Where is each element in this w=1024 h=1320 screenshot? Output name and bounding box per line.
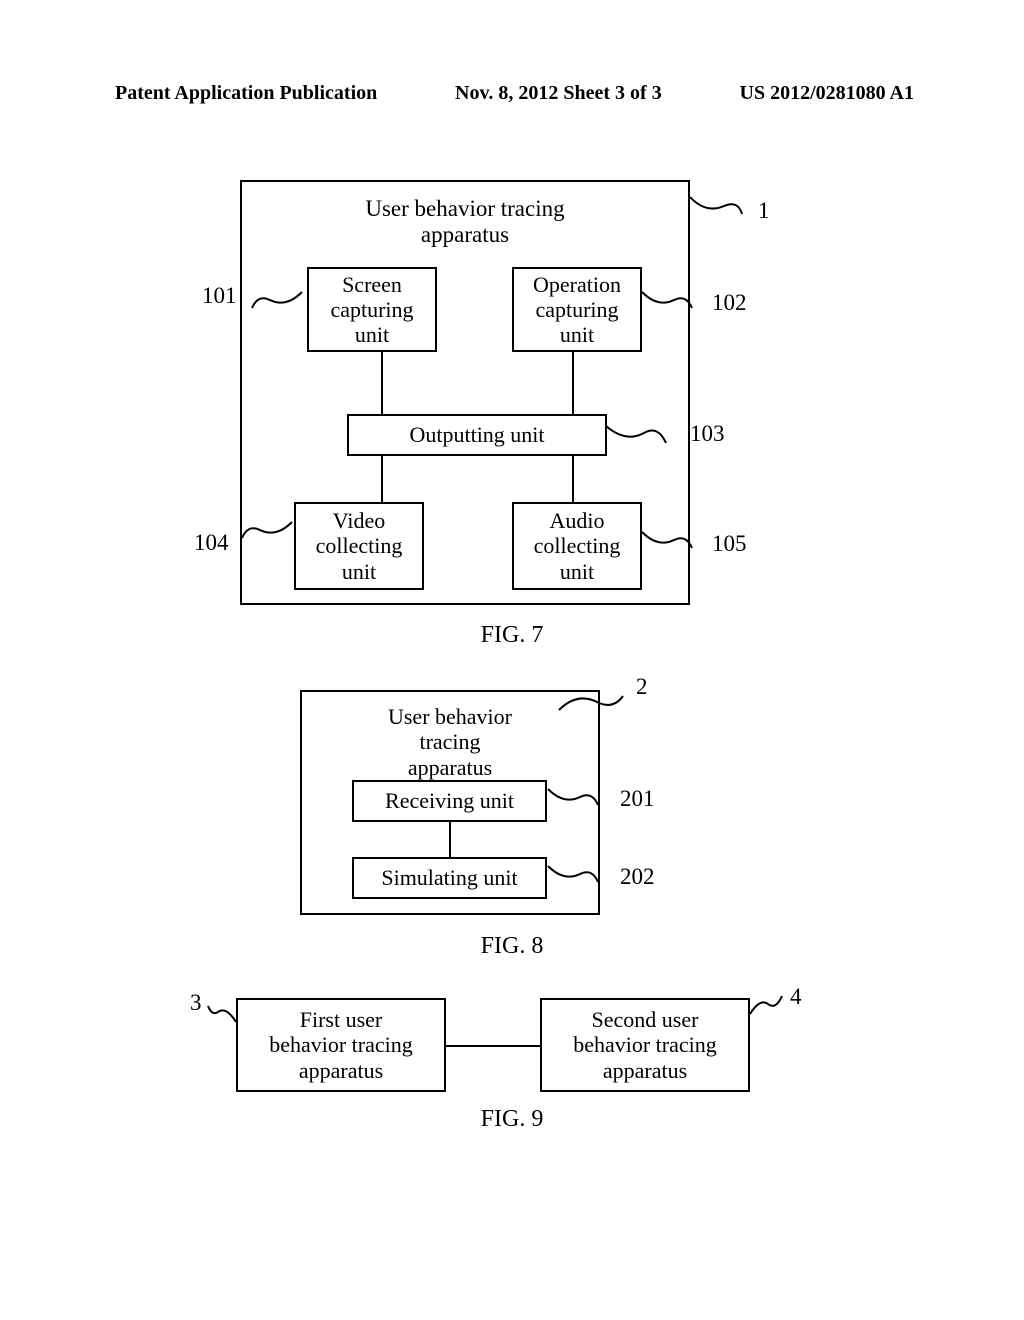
connector bbox=[381, 456, 383, 502]
leader-line bbox=[602, 421, 672, 451]
leader-line bbox=[544, 785, 602, 813]
publication-type: Patent Application Publication bbox=[115, 82, 377, 105]
figure-8: User behavior tracingapparatus Receiving… bbox=[0, 690, 1024, 950]
outputting-unit: Outputting unit bbox=[347, 414, 607, 456]
ref-3: 3 bbox=[190, 990, 202, 1016]
connector bbox=[572, 352, 574, 414]
leader-line bbox=[748, 992, 784, 1016]
receiving-unit: Receiving unit bbox=[352, 780, 547, 822]
leader-line bbox=[555, 688, 627, 716]
ref-1: 1 bbox=[758, 198, 770, 224]
ref-105: 105 bbox=[712, 531, 747, 557]
first-user-behavior-tracing-apparatus: First userbehavior tracingapparatus bbox=[236, 998, 446, 1092]
operation-capturing-unit: Operationcapturingunit bbox=[512, 267, 642, 352]
leader-line bbox=[544, 862, 602, 890]
publication-number: US 2012/0281080 A1 bbox=[740, 82, 914, 105]
video-collecting-unit: Videocollectingunit bbox=[294, 502, 424, 590]
page-header: Patent Application Publication Nov. 8, 2… bbox=[0, 82, 1024, 105]
audio-collecting-unit: Audiocollectingunit bbox=[512, 502, 642, 590]
leader-line bbox=[688, 192, 748, 222]
ref-201: 201 bbox=[620, 786, 655, 812]
connector bbox=[446, 1045, 540, 1047]
connector bbox=[449, 822, 451, 857]
simulating-unit: Simulating unit bbox=[352, 857, 547, 899]
leader-line bbox=[638, 288, 696, 318]
fig9-caption: FIG. 9 bbox=[481, 1106, 544, 1133]
connector bbox=[381, 352, 383, 414]
figure-7: User behavior tracingapparatus Screencap… bbox=[0, 180, 1024, 660]
ref-103: 103 bbox=[690, 421, 725, 447]
fig8-title: User behavior tracingapparatus bbox=[376, 704, 524, 780]
fig7-caption: FIG. 7 bbox=[481, 622, 544, 649]
fig7-container: User behavior tracingapparatus Screencap… bbox=[240, 180, 690, 605]
ref-101: 101 bbox=[202, 283, 237, 309]
connector bbox=[572, 456, 574, 502]
leader-line bbox=[238, 518, 296, 548]
second-user-behavior-tracing-apparatus: Second userbehavior tracingapparatus bbox=[540, 998, 750, 1092]
figure-9: First userbehavior tracingapparatus Seco… bbox=[0, 998, 1024, 1128]
ref-2: 2 bbox=[636, 674, 648, 700]
fig8-caption: FIG. 8 bbox=[481, 933, 544, 960]
leader-line bbox=[638, 528, 696, 558]
leader-line bbox=[248, 288, 306, 318]
screen-capturing-unit: Screencapturingunit bbox=[307, 267, 437, 352]
ref-4: 4 bbox=[790, 984, 802, 1010]
leader-line bbox=[206, 1000, 240, 1024]
ref-102: 102 bbox=[712, 290, 747, 316]
fig7-title: User behavior tracingapparatus bbox=[365, 196, 564, 249]
ref-202: 202 bbox=[620, 864, 655, 890]
date-sheet: Nov. 8, 2012 Sheet 3 of 3 bbox=[455, 82, 662, 105]
ref-104: 104 bbox=[194, 530, 229, 556]
